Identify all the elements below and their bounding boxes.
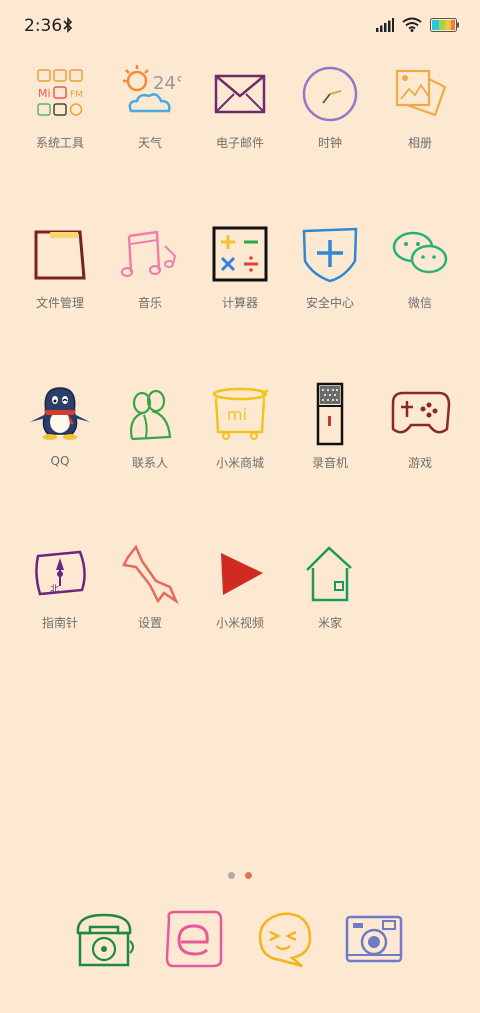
video-play-icon xyxy=(208,542,272,606)
app-label: 指南针 xyxy=(41,616,78,630)
bluetooth-icon xyxy=(63,17,73,37)
app-label: 设置 xyxy=(137,616,162,630)
calculator-icon xyxy=(208,222,272,286)
dock xyxy=(0,905,480,985)
app-mi-video[interactable]: 小米视频 xyxy=(195,542,285,652)
folder-icon xyxy=(28,222,92,286)
status-bar: 2:36 xyxy=(0,0,480,52)
qq-penguin-icon xyxy=(28,382,92,446)
app-music[interactable]: 音乐 xyxy=(105,222,195,332)
camera-icon xyxy=(343,911,405,971)
gallery-icon xyxy=(388,62,452,126)
app-label: 小米视频 xyxy=(215,616,264,630)
page-indicator[interactable] xyxy=(0,872,480,879)
dock-phone[interactable] xyxy=(68,905,140,977)
weather-temp: 24° xyxy=(153,73,181,94)
app-wechat[interactable]: 微信 xyxy=(375,222,465,332)
app-email[interactable]: 电子邮件 xyxy=(195,62,285,172)
mail-icon xyxy=(208,62,272,126)
app-clock[interactable]: 时钟 xyxy=(285,62,375,172)
dock-browser[interactable] xyxy=(158,905,230,977)
app-gallery[interactable]: 相册 xyxy=(375,62,465,172)
settings-wrench-icon xyxy=(118,542,182,606)
app-mi-home[interactable]: 米家 xyxy=(285,542,375,652)
battery-icon xyxy=(430,17,460,36)
dock-messages[interactable] xyxy=(248,905,320,977)
app-label: 联系人 xyxy=(131,456,168,470)
app-recorder[interactable]: 录音机 xyxy=(285,382,375,492)
signal-icon xyxy=(376,17,394,36)
app-label: 安全中心 xyxy=(305,296,354,310)
app-label: 天气 xyxy=(137,136,162,150)
app-label: 微信 xyxy=(407,296,432,310)
music-icon xyxy=(118,222,182,286)
app-label: 系统工具 xyxy=(35,136,84,150)
svg-text:北: 北 xyxy=(50,584,59,595)
app-label: 电子邮件 xyxy=(215,136,264,150)
app-calculator[interactable]: 计算器 xyxy=(195,222,285,332)
dock-camera[interactable] xyxy=(338,905,410,977)
clock-icon xyxy=(298,62,362,126)
home-icon xyxy=(298,542,362,606)
app-compass[interactable]: 北 指南针 xyxy=(15,542,105,652)
app-qq[interactable]: QQ xyxy=(15,382,105,492)
tools-folder-icon: Mi FM xyxy=(28,62,92,126)
security-shield-icon xyxy=(298,222,362,286)
page-dot[interactable] xyxy=(228,872,235,879)
contacts-icon xyxy=(118,382,182,446)
app-file-manager[interactable]: 文件管理 xyxy=(15,222,105,332)
page-dot-active[interactable] xyxy=(245,872,252,879)
browser-icon xyxy=(163,908,225,974)
app-settings[interactable]: 设置 xyxy=(105,542,195,652)
app-label: 游戏 xyxy=(407,456,432,470)
app-label: 音乐 xyxy=(137,296,162,310)
compass-icon: 北 xyxy=(28,542,92,606)
app-label: 计算器 xyxy=(221,296,258,310)
app-system-tools[interactable]: Mi FM 系统工具 xyxy=(15,62,105,172)
weather-icon: 24° xyxy=(118,62,182,126)
app-mi-store[interactable]: mi 小米商城 xyxy=(195,382,285,492)
mi-store-icon: mi xyxy=(208,382,272,446)
phone-icon xyxy=(72,907,136,975)
messages-icon xyxy=(252,908,316,974)
wifi-icon xyxy=(402,17,422,36)
app-security-center[interactable]: 安全中心 xyxy=(285,222,375,332)
app-label: 小米商城 xyxy=(215,456,264,470)
game-controller-icon xyxy=(388,382,452,446)
mi-store-badge: mi xyxy=(227,405,247,424)
app-weather[interactable]: 24° 天气 xyxy=(105,62,195,172)
svg-text:Mi: Mi xyxy=(38,87,51,100)
svg-text:FM: FM xyxy=(70,90,83,100)
app-contacts[interactable]: 联系人 xyxy=(105,382,195,492)
app-label: 录音机 xyxy=(311,456,348,470)
app-label: 相册 xyxy=(407,136,432,150)
app-label: 文件管理 xyxy=(35,296,84,310)
app-label: QQ xyxy=(50,454,70,468)
app-game[interactable]: 游戏 xyxy=(375,382,465,492)
recorder-icon xyxy=(298,382,362,446)
wechat-icon xyxy=(388,222,452,286)
app-label: 时钟 xyxy=(317,136,342,150)
app-label: 米家 xyxy=(317,616,342,630)
status-time: 2:36 xyxy=(24,16,63,36)
